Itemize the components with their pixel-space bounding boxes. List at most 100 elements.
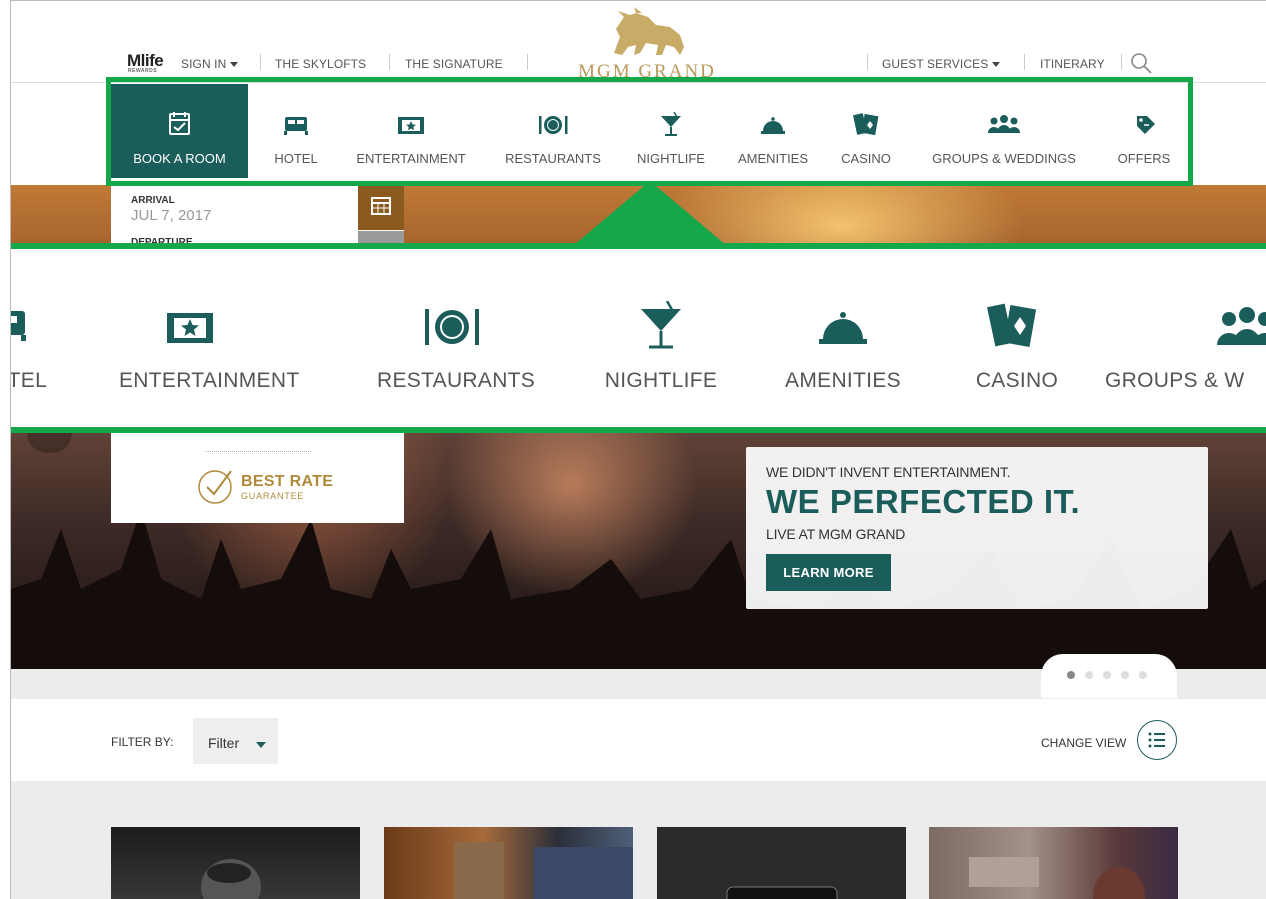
nav-hotel[interactable]: HOTEL bbox=[261, 84, 331, 178]
skylofts-link[interactable]: THE SKYLOFTS bbox=[275, 57, 366, 71]
card-image[interactable] bbox=[384, 827, 633, 899]
divider bbox=[1024, 54, 1025, 70]
zoom-label: AMENITIES bbox=[785, 369, 901, 392]
change-view-button[interactable] bbox=[1137, 720, 1177, 760]
nav-label: CASINO bbox=[841, 151, 891, 166]
calendar-check-icon bbox=[169, 112, 190, 135]
carousel-dot[interactable] bbox=[1085, 671, 1093, 679]
sign-in-label: SIGN IN bbox=[181, 57, 227, 71]
main-nav: BOOK A ROOM HOTEL ENTERTAINMENT RESTAURA… bbox=[111, 84, 1187, 178]
cards-grid bbox=[11, 781, 1266, 899]
promo-headline: WE PERFECTED IT. bbox=[766, 483, 1081, 520]
service-bell-icon bbox=[819, 312, 867, 344]
divider bbox=[1121, 54, 1122, 70]
nav-label: RESTAURANTS bbox=[505, 151, 601, 166]
zoom-casino: CASINO bbox=[976, 301, 1058, 392]
best-rate-badge: BEST RATE GUARANTEE bbox=[111, 433, 404, 523]
playing-cards-icon bbox=[853, 113, 879, 136]
chevron-down-icon bbox=[992, 62, 1001, 68]
cocktail-icon bbox=[661, 112, 681, 136]
zoom-label: RESTAURANTS bbox=[377, 369, 536, 392]
search-icon[interactable] bbox=[1129, 51, 1155, 77]
nav-label: HOTEL bbox=[274, 151, 318, 166]
people-group-icon bbox=[988, 115, 1020, 133]
ticket-star-icon bbox=[167, 313, 213, 343]
carousel-dot[interactable] bbox=[1121, 671, 1129, 679]
nav-amenities[interactable]: AMENITIES bbox=[728, 84, 818, 178]
card-image[interactable] bbox=[929, 827, 1178, 899]
mlife-lounge-photo bbox=[969, 857, 1145, 899]
zoom-label: ENTERTAINMENT bbox=[119, 369, 300, 392]
logo-wordmark: MGM GRAND bbox=[578, 61, 716, 81]
nav-label: GROUPS & WEDDINGS bbox=[932, 151, 1076, 166]
zoom-label: GROUPS & W bbox=[1105, 369, 1245, 392]
people-group-icon bbox=[1217, 307, 1266, 345]
guest-services-link[interactable]: GUEST SERVICES bbox=[882, 57, 1001, 71]
sign-in-link[interactable]: SIGN IN bbox=[181, 57, 239, 71]
arrival-date-field[interactable]: JUL 7, 2017 bbox=[131, 207, 211, 224]
browser-page: Mlife REWARDS SIGN IN THE SKYLOFTS THE S… bbox=[10, 0, 1266, 899]
guest-services-label: GUEST SERVICES bbox=[882, 57, 989, 71]
best-rate-title: BEST RATE bbox=[241, 473, 334, 490]
nav-groups-weddings[interactable]: GROUPS & WEDDINGS bbox=[917, 84, 1091, 178]
mgm-grand-logo[interactable]: MGM GRAND bbox=[571, 7, 721, 81]
calendar-icon bbox=[371, 197, 391, 215]
nav-label: BOOK A ROOM bbox=[133, 151, 226, 166]
divider bbox=[867, 54, 868, 70]
service-bell-icon bbox=[761, 117, 785, 134]
mlife-logo[interactable]: Mlife REWARDS bbox=[127, 51, 164, 74]
nav-entertainment[interactable]: ENTERTAINMENT bbox=[343, 84, 479, 178]
change-view-label: CHANGE VIEW bbox=[1041, 736, 1127, 750]
bed-icon bbox=[11, 311, 26, 341]
plate-cutlery-icon bbox=[539, 116, 568, 134]
mlife-rewards-text: REWARDS bbox=[128, 68, 158, 74]
nav-restaurants[interactable]: RESTAURANTS bbox=[493, 84, 613, 178]
playing-cards-icon bbox=[987, 303, 1037, 347]
lion-icon bbox=[614, 7, 684, 55]
promo-tagline: WE DIDN'T INVENT ENTERTAINMENT. bbox=[766, 464, 1011, 480]
arrival-calendar-button[interactable] bbox=[358, 185, 404, 230]
promo-card: WE DIDN'T INVENT ENTERTAINMENT. WE PERFE… bbox=[746, 447, 1208, 609]
top-bar: Mlife REWARDS SIGN IN THE SKYLOFTS THE S… bbox=[11, 1, 1266, 83]
zoom-hotel: OTEL bbox=[11, 301, 59, 392]
best-rate-subtitle: GUARANTEE bbox=[241, 491, 305, 501]
zoom-nightlife: NIGHTLIFE bbox=[605, 300, 717, 392]
nav-nightlife[interactable]: NIGHTLIFE bbox=[623, 84, 719, 178]
filter-by-label: FILTER BY: bbox=[111, 735, 174, 749]
nav-label: OFFERS bbox=[1117, 151, 1171, 166]
price-tag-icon bbox=[1137, 116, 1155, 134]
plate-cutlery-icon bbox=[425, 309, 479, 345]
list-view-icon bbox=[1148, 732, 1165, 748]
nav-label: NIGHTLIFE bbox=[637, 151, 705, 166]
divider bbox=[527, 54, 528, 70]
zoom-label: NIGHTLIFE bbox=[604, 369, 718, 392]
nav-casino[interactable]: CASINO bbox=[829, 84, 903, 178]
card-image[interactable] bbox=[111, 827, 360, 899]
zoom-label: CASINO bbox=[975, 369, 1059, 392]
zoom-amenities: AMENITIES bbox=[785, 301, 901, 392]
bed-icon bbox=[284, 117, 308, 135]
divider bbox=[389, 54, 390, 70]
room-photo bbox=[454, 842, 633, 899]
nav-book-a-room[interactable]: BOOK A ROOM bbox=[111, 84, 248, 178]
zoomed-nav-callout: OTEL ENTERTAINMENT RESTAURANTS bbox=[11, 243, 1266, 433]
itinerary-link[interactable]: ITINERARY bbox=[1040, 57, 1105, 71]
zoom-label: OTEL bbox=[11, 369, 48, 392]
callout-pointer bbox=[574, 181, 726, 245]
nav-offers[interactable]: OFFERS bbox=[1109, 84, 1179, 178]
nav-label: ENTERTAINMENT bbox=[356, 151, 466, 166]
carousel-dot[interactable] bbox=[1139, 671, 1147, 679]
performer-photo bbox=[201, 859, 261, 899]
card-image[interactable] bbox=[657, 827, 906, 899]
zoom-entertainment: ENTERTAINMENT bbox=[119, 301, 299, 392]
check-circle-icon bbox=[198, 470, 232, 504]
carousel-dot-active[interactable] bbox=[1067, 671, 1075, 679]
carousel-dot[interactable] bbox=[1103, 671, 1111, 679]
carousel-pager bbox=[1041, 654, 1177, 698]
signature-link[interactable]: THE SIGNATURE bbox=[405, 57, 503, 71]
cocktail-icon bbox=[641, 300, 681, 349]
dotted-divider bbox=[206, 451, 311, 452]
learn-more-button[interactable]: LEARN MORE bbox=[766, 554, 891, 591]
filter-bar: FILTER BY: Filter CHANGE VIEW bbox=[11, 699, 1266, 781]
filter-dropdown[interactable]: Filter bbox=[193, 718, 278, 764]
